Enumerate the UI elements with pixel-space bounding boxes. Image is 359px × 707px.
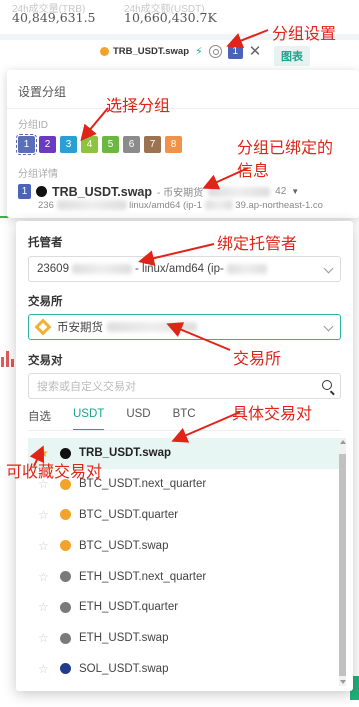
tab-0[interactable]: 自选 xyxy=(28,408,51,431)
group-id-selector: 12345678 xyxy=(16,134,182,155)
annotation-select-group: 选择分组 xyxy=(106,96,171,115)
pair-name: ETH_USDT.swap xyxy=(79,632,169,645)
coin-icon xyxy=(60,509,71,521)
coin-icon xyxy=(100,46,109,56)
favorite-star-icon[interactable]: ☆ xyxy=(38,662,50,676)
annotation-bind-custodian: 绑定托管者 xyxy=(217,234,298,253)
volume-value: 40,849,631.5 xyxy=(12,10,96,25)
tab-3[interactable]: BTC xyxy=(173,408,196,431)
binance-icon xyxy=(34,318,52,336)
scroll-down-icon[interactable] xyxy=(340,680,346,684)
close-icon[interactable]: ✕ xyxy=(249,42,262,60)
pair-list-item[interactable]: ☆ ETH_USDT.quarter xyxy=(28,592,344,623)
group-id-1[interactable]: 1 xyxy=(16,134,37,155)
group-id-4[interactable]: 4 xyxy=(81,136,98,153)
bound-exchange: - 币安期货 xyxy=(157,188,204,199)
bound-group-info: 1 TRB_USDT.swap - 币安期货 42 ▼ xyxy=(18,184,299,199)
pair-list-item[interactable]: ☆ ETH_USDT.next_quarter xyxy=(28,561,344,592)
custodian-value-suffix: - linux/amd64 (ip- xyxy=(134,263,224,275)
pair-list-item[interactable]: ☆ ETH_USDT.swap xyxy=(28,623,344,654)
group-header: TRB_USDT.swap ⚡ 1 ✕ xyxy=(100,40,261,62)
search-icon[interactable] xyxy=(322,380,332,390)
favorite-star-icon[interactable]: ☆ xyxy=(38,631,50,645)
group-badge[interactable]: 1 xyxy=(227,43,243,59)
gear-icon[interactable] xyxy=(208,44,222,58)
exchange-label: 交易所 xyxy=(28,296,63,308)
pair-list-item[interactable]: ☆ BTC_USDT.quarter xyxy=(28,500,344,531)
annotation-bound-info-2: 信息 xyxy=(237,161,270,180)
bound-suffix: 42 xyxy=(275,186,287,197)
trb-coin-icon xyxy=(36,186,47,197)
scrollbar[interactable] xyxy=(339,438,346,686)
group-id-6[interactable]: 6 xyxy=(123,136,140,153)
pair-name: ETH_USDT.quarter xyxy=(79,601,179,614)
pair-name: BTC_USDT.quarter xyxy=(79,508,179,521)
bound-detail-end: 39.ap-northeast-1.co xyxy=(235,200,323,211)
pair-search-input[interactable]: 搜索或自定义交易对 xyxy=(28,373,341,399)
coin-icon xyxy=(60,663,71,675)
caret-down-icon[interactable]: ▼ xyxy=(291,187,299,196)
custodian-label: 托管者 xyxy=(28,237,63,249)
redacted xyxy=(226,264,267,274)
tab-2[interactable]: USD xyxy=(126,408,150,431)
coin-icon xyxy=(60,632,71,644)
group-detail-label: 分组详情 xyxy=(18,169,58,180)
pair-tabs: 自选 USDT USD BTC xyxy=(28,408,196,431)
redacted xyxy=(204,200,233,211)
bound-detail-left: 236 xyxy=(38,200,54,211)
redacted xyxy=(107,322,197,332)
redacted xyxy=(56,200,127,211)
favorite-star-icon[interactable]: ☆ xyxy=(38,508,50,522)
pair-name: SOL_USDT.swap xyxy=(79,662,169,675)
pair-list-item[interactable]: ☆ BTC_USDT.swap xyxy=(28,530,344,561)
tab-1[interactable]: USDT xyxy=(73,408,105,431)
bound-symbol: TRB_USDT.swap xyxy=(52,184,153,199)
annotation-bound-info-1: 分组已绑定的 xyxy=(237,138,334,157)
coin-icon xyxy=(60,540,71,552)
pair-label: 交易对 xyxy=(28,355,63,367)
scroll-up-icon[interactable] xyxy=(340,440,346,444)
divider xyxy=(7,108,359,109)
custodian-value-prefix: 23609 xyxy=(37,263,69,275)
group-id-3[interactable]: 3 xyxy=(60,136,77,153)
chevron-down-icon xyxy=(323,263,334,274)
exchange-select[interactable]: 币安期货 xyxy=(28,314,341,340)
coin-icon xyxy=(60,601,71,613)
custodian-dropdown-panel: 托管者 23609 - linux/amd64 (ip- 交易所 币安期货 交易… xyxy=(16,221,353,691)
bound-group-badge: 1 xyxy=(18,184,31,199)
group-id-2[interactable]: 2 xyxy=(39,136,56,153)
chevron-down-icon xyxy=(323,321,334,332)
search-placeholder: 搜索或自定义交易对 xyxy=(37,381,136,393)
symbol-chip[interactable]: TRB_USDT.swap xyxy=(100,46,189,57)
turnover-value: 10,660,430.7K xyxy=(124,10,217,25)
bound-detail: 236 linux/amd64 (ip-1 39.ap-northeast-1.… xyxy=(38,200,323,211)
redacted xyxy=(71,264,132,274)
annotation-specific-pair: 具体交易对 xyxy=(232,404,313,423)
custodian-select[interactable]: 23609 - linux/amd64 (ip- xyxy=(28,256,341,282)
chart-button[interactable]: 图表 xyxy=(274,46,310,66)
favorite-star-icon[interactable]: ☆ xyxy=(38,539,50,553)
settings-title: 设置分组 xyxy=(18,85,67,99)
annotation-exchange: 交易所 xyxy=(233,349,282,368)
scrollbar-thumb[interactable] xyxy=(339,454,346,676)
bolt-icon: ⚡ xyxy=(195,45,203,58)
pair-name: ETH_USDT.next_quarter xyxy=(79,570,207,583)
group-id-5[interactable]: 5 xyxy=(102,136,119,153)
group-id-7[interactable]: 7 xyxy=(144,136,161,153)
bound-detail-right: linux/amd64 (ip-1 xyxy=(129,200,203,211)
symbol-label: TRB_USDT.swap xyxy=(113,45,190,57)
coin-icon xyxy=(60,571,71,583)
annotation-favoritable: 可收藏交易对 xyxy=(6,462,103,481)
annotation-group-settings: 分组设置 xyxy=(272,24,337,43)
exchange-value: 币安期货 xyxy=(57,322,103,334)
group-id-label: 分组ID xyxy=(18,120,48,131)
favorite-star-icon[interactable]: ☆ xyxy=(38,600,50,614)
favorite-star-icon[interactable]: ☆ xyxy=(38,570,50,584)
group-id-8[interactable]: 8 xyxy=(165,136,182,153)
pair-name: BTC_USDT.swap xyxy=(79,539,169,552)
redacted xyxy=(208,186,271,197)
pair-list-item[interactable]: ☆ SOL_USDT.swap xyxy=(28,654,344,685)
tab-divider xyxy=(28,430,341,431)
